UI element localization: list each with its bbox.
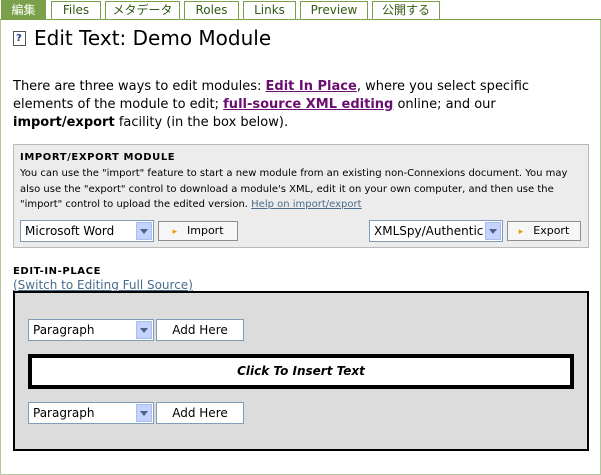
page-title: Edit Text: Demo Module — [34, 26, 272, 50]
intro-text: There are three ways to edit modules: Ed… — [13, 78, 593, 132]
import-export-description: You can use the "import" feature to star… — [20, 166, 580, 213]
import-export-heading: IMPORT/EXPORT MODULE — [20, 152, 176, 163]
edit-in-place-link[interactable]: Edit In Place — [266, 79, 357, 94]
intro-text-part: There are three ways to edit modules: — [13, 79, 266, 94]
chevron-down-icon[interactable] — [485, 222, 501, 240]
intro-text-part: online; and our — [393, 97, 496, 112]
export-button[interactable]: ▸ Export — [507, 221, 581, 241]
import-format-select[interactable]: Microsoft Word — [20, 220, 154, 242]
export-button-label: Export — [533, 224, 570, 237]
chevron-down-icon[interactable] — [136, 321, 152, 339]
import-format-value: Microsoft Word — [25, 224, 115, 238]
import-export-box: IMPORT/EXPORT MODULE You can use the "im… — [13, 144, 589, 248]
full-source-xml-link[interactable]: full-source XML editing — [223, 97, 393, 112]
tab-files[interactable]: Files — [51, 1, 101, 19]
tab-links[interactable]: Links — [243, 1, 296, 19]
import-button[interactable]: ▸ Import — [158, 221, 238, 241]
element-type-value: Paragraph — [33, 406, 95, 420]
edit-in-place-heading: EDIT-IN-PLACE — [13, 266, 102, 277]
tab-publish[interactable]: 公開する — [372, 1, 440, 19]
tab-edit[interactable]: 編集 — [1, 0, 46, 20]
title-row: ? Edit Text: Demo Module — [13, 26, 271, 50]
intro-text-part: facility (in the box below). — [114, 115, 289, 130]
tab-metadata[interactable]: メタデータ — [105, 1, 180, 19]
add-here-button-top[interactable]: Add Here — [156, 319, 244, 341]
switch-full-source-link[interactable]: (Switch to Editing Full Source) — [13, 278, 193, 292]
chevron-down-icon[interactable] — [136, 404, 152, 422]
import-button-label: Import — [187, 224, 224, 237]
help-import-export-link[interactable]: Help on import/export — [251, 199, 361, 210]
edit-in-place-area: Paragraph Add Here Click To Insert Text … — [13, 291, 589, 451]
element-type-select-top[interactable]: Paragraph — [28, 319, 154, 341]
tab-preview[interactable]: Preview — [300, 1, 368, 19]
document-icon: ? — [13, 30, 26, 46]
import-export-bold: import/export — [13, 115, 115, 130]
chevron-down-icon[interactable] — [136, 222, 152, 240]
insert-text-area[interactable]: Click To Insert Text — [28, 354, 574, 389]
element-type-select-bottom[interactable]: Paragraph — [28, 402, 154, 424]
add-here-button-bottom[interactable]: Add Here — [156, 402, 244, 424]
tab-bar: 編集 Files メタデータ Roles Links Preview 公開する — [0, 0, 601, 21]
element-type-value: Paragraph — [33, 323, 95, 337]
tab-roles[interactable]: Roles — [184, 1, 239, 19]
export-format-select[interactable]: XMLSpy/Authentic — [369, 220, 503, 242]
arrow-right-icon: ▸ — [172, 227, 177, 237]
export-format-value: XMLSpy/Authentic — [374, 224, 484, 238]
arrow-right-icon: ▸ — [518, 227, 524, 237]
